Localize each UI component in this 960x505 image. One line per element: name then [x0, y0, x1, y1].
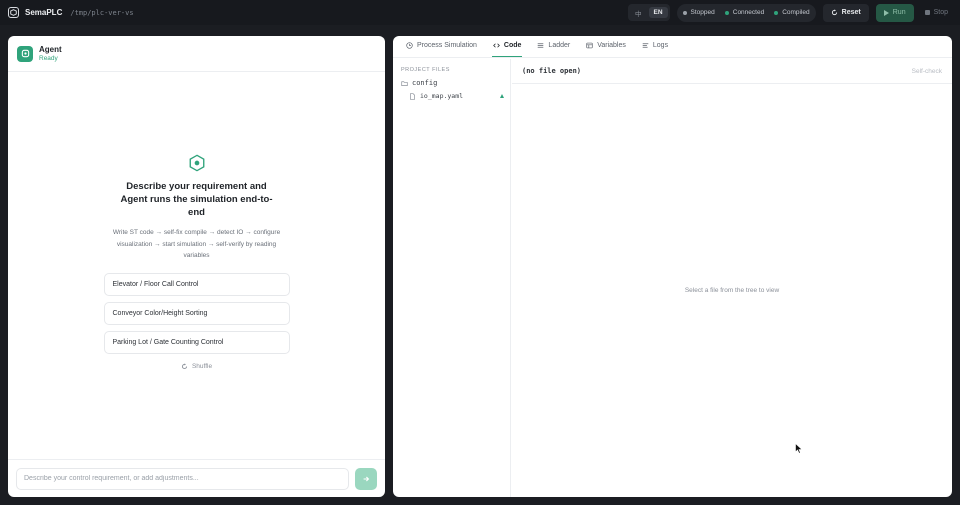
agent-panel: Agent Ready Describe your requirement an…: [8, 36, 385, 497]
shuffle-label: Shuffle: [191, 362, 213, 370]
file-tree-heading: PROJECT FILES: [401, 67, 450, 73]
app-title: SemaPLC: [25, 8, 63, 17]
play-icon: [883, 9, 889, 16]
reset-icon: [831, 9, 837, 16]
editor-header: (no file open) Self-check: [512, 59, 952, 84]
list-icon: [538, 43, 544, 48]
status-label: Compiled: [782, 9, 810, 16]
clock-icon: [406, 42, 413, 49]
tab-code[interactable]: Code: [491, 36, 523, 57]
status-label: Connected: [732, 9, 765, 16]
status-stopped: Stopped: [682, 9, 715, 16]
lang-option-zh[interactable]: 中: [630, 6, 647, 20]
status-dot: [724, 10, 729, 15]
run-button[interactable]: Run: [875, 3, 914, 22]
tree-folder[interactable]: config: [393, 73, 510, 87]
lines-icon: [642, 43, 649, 48]
tab-label: Code: [503, 42, 522, 49]
agent-status: Ready: [39, 55, 58, 62]
agent-name: Agent: [39, 45, 62, 54]
tab-process-simulation[interactable]: Process Simulation: [405, 36, 478, 57]
stop-icon: [924, 10, 930, 15]
suggestion-item[interactable]: Elevator / Floor Call Control: [103, 272, 290, 296]
suggestion-item[interactable]: Parking Lot / Gate Counting Control: [103, 330, 290, 354]
file-status-icon: [500, 94, 504, 98]
agent-avatar-icon: [17, 45, 33, 62]
suggestion-item[interactable]: Conveyor Color/Height Sorting: [103, 301, 290, 325]
top-bar: SemaPLC /tmp/plc-ver-vs 中 EN Stopped Con…: [0, 0, 960, 25]
workspace-panel: Process Simulation Code Ladder Variables…: [393, 36, 952, 497]
mouse-cursor-icon: [795, 443, 803, 454]
stop-button[interactable]: Stop: [921, 4, 952, 22]
status-dot: [682, 10, 687, 15]
welcome-title: Describe your requirement and Agent runs…: [120, 181, 273, 218]
tab-label: Variables: [597, 42, 626, 49]
brand: SemaPLC /tmp/plc-ver-vs: [8, 7, 134, 18]
empty-editor-message: Select a file from the tree to view: [684, 287, 780, 294]
file-tree: PROJECT FILES config io_map.yaml: [393, 59, 511, 497]
suggestion-list: Elevator / Floor Call Control Conveyor C…: [103, 272, 290, 354]
welcome-description: Write ST code → self-fix compile → detec…: [112, 229, 281, 259]
language-toggle: 中 EN: [628, 4, 670, 21]
tab-label: Ladder: [548, 42, 571, 49]
run-label: Run: [892, 9, 906, 16]
tab-ladder[interactable]: Ladder: [536, 36, 571, 57]
open-file-name: (no file open): [522, 67, 582, 75]
folder-icon: [401, 80, 408, 86]
code-icon: [493, 43, 500, 48]
chat-input-bar: [8, 459, 385, 497]
status-compiled: Compiled: [774, 9, 810, 16]
workspace-tabs: Process Simulation Code Ladder Variables…: [393, 36, 952, 58]
requirement-input[interactable]: [16, 467, 349, 490]
status-label: Stopped: [690, 9, 715, 16]
code-editor: (no file open) Self-check Select a file …: [512, 59, 952, 497]
refresh-icon: [181, 362, 187, 369]
tab-label: Process Simulation: [417, 42, 477, 49]
tree-file[interactable]: io_map.yaml: [393, 87, 510, 100]
lang-option-en[interactable]: EN: [648, 7, 668, 18]
folder-label: config: [412, 79, 438, 87]
file-label: io_map.yaml: [420, 92, 464, 100]
send-button[interactable]: [355, 467, 377, 490]
arrow-right-icon: [363, 476, 370, 481]
self-check-button[interactable]: Self-check: [912, 68, 942, 75]
table-icon: [586, 42, 593, 49]
tab-label: Logs: [652, 42, 669, 49]
agent-welcome: Describe your requirement and Agent runs…: [8, 154, 385, 370]
stop-label: Stop: [933, 9, 948, 16]
project-path: /tmp/plc-ver-vs: [70, 8, 134, 17]
reset-button[interactable]: Reset: [822, 3, 869, 22]
logo-icon: [8, 7, 19, 18]
shuffle-button[interactable]: Shuffle: [181, 363, 212, 370]
tab-logs[interactable]: Logs: [641, 36, 669, 57]
status-dot: [774, 10, 779, 15]
hexagon-icon: [189, 154, 204, 172]
status-group: Stopped Connected Compiled: [676, 3, 816, 22]
agent-header: Agent Ready: [8, 36, 385, 72]
tab-variables[interactable]: Variables: [585, 36, 627, 57]
reset-label: Reset: [841, 9, 861, 16]
file-icon: [410, 92, 415, 100]
status-connected: Connected: [724, 9, 765, 16]
